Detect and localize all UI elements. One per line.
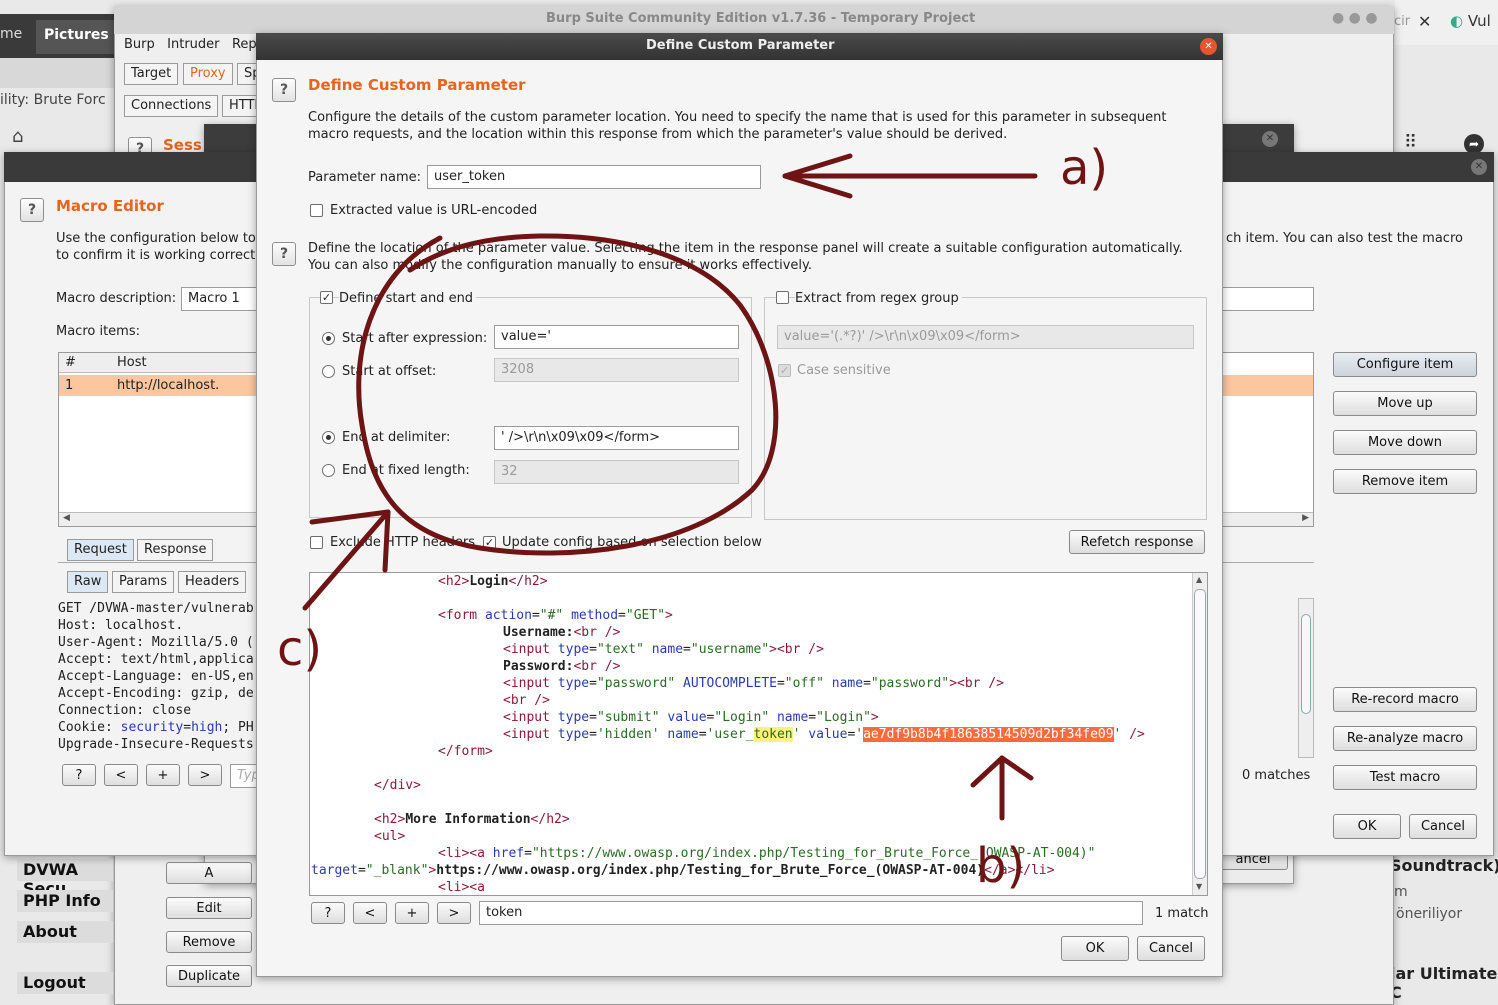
annotation-c: c) xyxy=(277,621,323,677)
annotation-overlay xyxy=(302,153,1038,821)
arrow-c-head-2 xyxy=(382,509,391,573)
annotation-a: a) xyxy=(1060,140,1109,196)
circle-c xyxy=(356,233,779,556)
annotation-b: b) xyxy=(976,838,1026,894)
arrow-c-head-1 xyxy=(309,509,391,525)
arrow-c-shaft xyxy=(302,509,391,611)
